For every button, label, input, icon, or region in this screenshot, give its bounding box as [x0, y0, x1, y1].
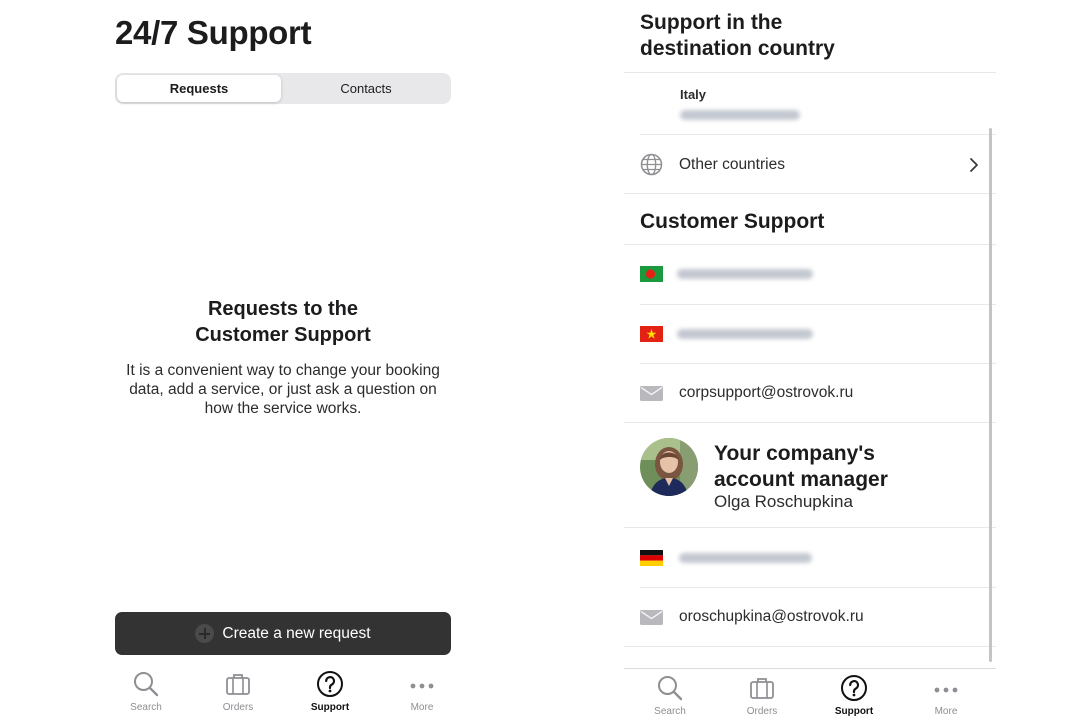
customer-support-title: Customer Support	[640, 210, 825, 233]
redacted-phone	[677, 269, 813, 279]
empty-state-title: Requests to the Customer Support	[115, 296, 451, 348]
tabbar-divider	[624, 668, 996, 669]
divider	[624, 527, 996, 528]
tabbar-more[interactable]: More	[376, 668, 468, 713]
divider	[624, 72, 996, 73]
chevron-right-icon	[970, 158, 978, 172]
globe-icon	[640, 153, 663, 176]
bangladesh-flag-icon	[640, 266, 663, 282]
tab-bar: Search Orders Support More	[624, 672, 992, 728]
plus-icon	[195, 624, 215, 643]
divider	[624, 422, 996, 423]
empty-body-line2: data, add a service, or just ask a quest…	[129, 381, 437, 398]
create-request-label: Create a new request	[222, 624, 371, 642]
mail-icon	[640, 386, 663, 401]
redacted-phone	[677, 329, 813, 339]
empty-state-description: It is a convenient way to change your bo…	[120, 361, 446, 418]
tabbar-orders-label: Orders	[222, 702, 254, 713]
divider	[640, 587, 996, 588]
tabbar-orders-label: Orders	[746, 706, 778, 717]
manager-title-line2: account manager	[714, 468, 888, 491]
empty-title-line2: Customer Support	[195, 324, 371, 346]
redacted-phone	[679, 553, 812, 563]
tabbar-support[interactable]: Support	[808, 672, 900, 717]
tabbar-more-label: More	[410, 702, 434, 713]
question-circle-icon	[284, 668, 376, 698]
scrollbar[interactable]	[989, 128, 992, 662]
search-icon	[100, 668, 192, 698]
more-dots-icon	[900, 672, 992, 702]
tabbar-search-label: Search	[130, 702, 162, 713]
search-icon	[624, 672, 716, 702]
tabbar-more-label: More	[934, 706, 958, 717]
tabbar-more[interactable]: More	[900, 672, 992, 717]
divider	[640, 134, 996, 135]
requests-screen: 24/7 Support Requests Contacts Requests …	[0, 0, 540, 718]
divider	[640, 304, 996, 305]
destination-title-line2: destination country	[640, 37, 835, 60]
empty-body-line1: It is a convenient way to change your bo…	[126, 362, 440, 379]
section-destination-title: Support in the destination country	[640, 10, 835, 62]
tabbar-search-label: Search	[654, 706, 686, 717]
account-manager-title: Your company's account manager	[714, 441, 888, 493]
suitcase-icon	[716, 672, 808, 702]
germany-flag-icon	[640, 550, 663, 566]
mail-icon	[640, 610, 663, 625]
empty-body-line3: how the service works.	[204, 400, 362, 417]
destination-title-line1: Support in the	[640, 11, 783, 34]
avatar	[640, 438, 698, 496]
empty-title-line1: Requests to the	[207, 298, 359, 320]
italy-label: Italy	[680, 87, 707, 102]
segmented-control: Requests Contacts	[115, 73, 451, 104]
tab-bar: Search Orders Support More	[100, 668, 468, 724]
tabbar-search[interactable]: Search	[100, 668, 192, 713]
corp-email-text: corpsupport@ostrovok.ru	[679, 384, 854, 401]
other-countries-label: Other countries	[679, 156, 785, 173]
divider	[640, 363, 996, 364]
more-dots-icon	[376, 668, 468, 698]
vietnam-flag-icon	[640, 326, 663, 342]
tab-contacts[interactable]: Contacts	[283, 75, 449, 102]
page-title: 24/7 Support	[115, 14, 312, 51]
tabbar-search[interactable]: Search	[624, 672, 716, 717]
manager-title-line1: Your company's	[714, 442, 875, 465]
tabbar-support-label: Support	[834, 706, 874, 717]
tab-requests[interactable]: Requests	[117, 75, 281, 102]
manager-name: Olga Roschupkina	[714, 492, 853, 511]
divider	[624, 193, 996, 194]
redacted-phone	[680, 110, 800, 120]
divider	[624, 646, 996, 647]
manager-email-text: oroschupkina@ostrovok.ru	[679, 608, 864, 625]
suitcase-icon	[192, 668, 284, 698]
create-request-button[interactable]: Create a new request	[115, 612, 451, 655]
tabbar-support-label: Support	[310, 702, 350, 713]
divider	[624, 244, 996, 245]
tabbar-support[interactable]: Support	[284, 668, 376, 713]
question-circle-icon	[808, 672, 900, 702]
tabbar-orders[interactable]: Orders	[192, 668, 284, 713]
contacts-screen: Support in the destination country Italy…	[540, 0, 1080, 718]
tabbar-orders[interactable]: Orders	[716, 672, 808, 717]
